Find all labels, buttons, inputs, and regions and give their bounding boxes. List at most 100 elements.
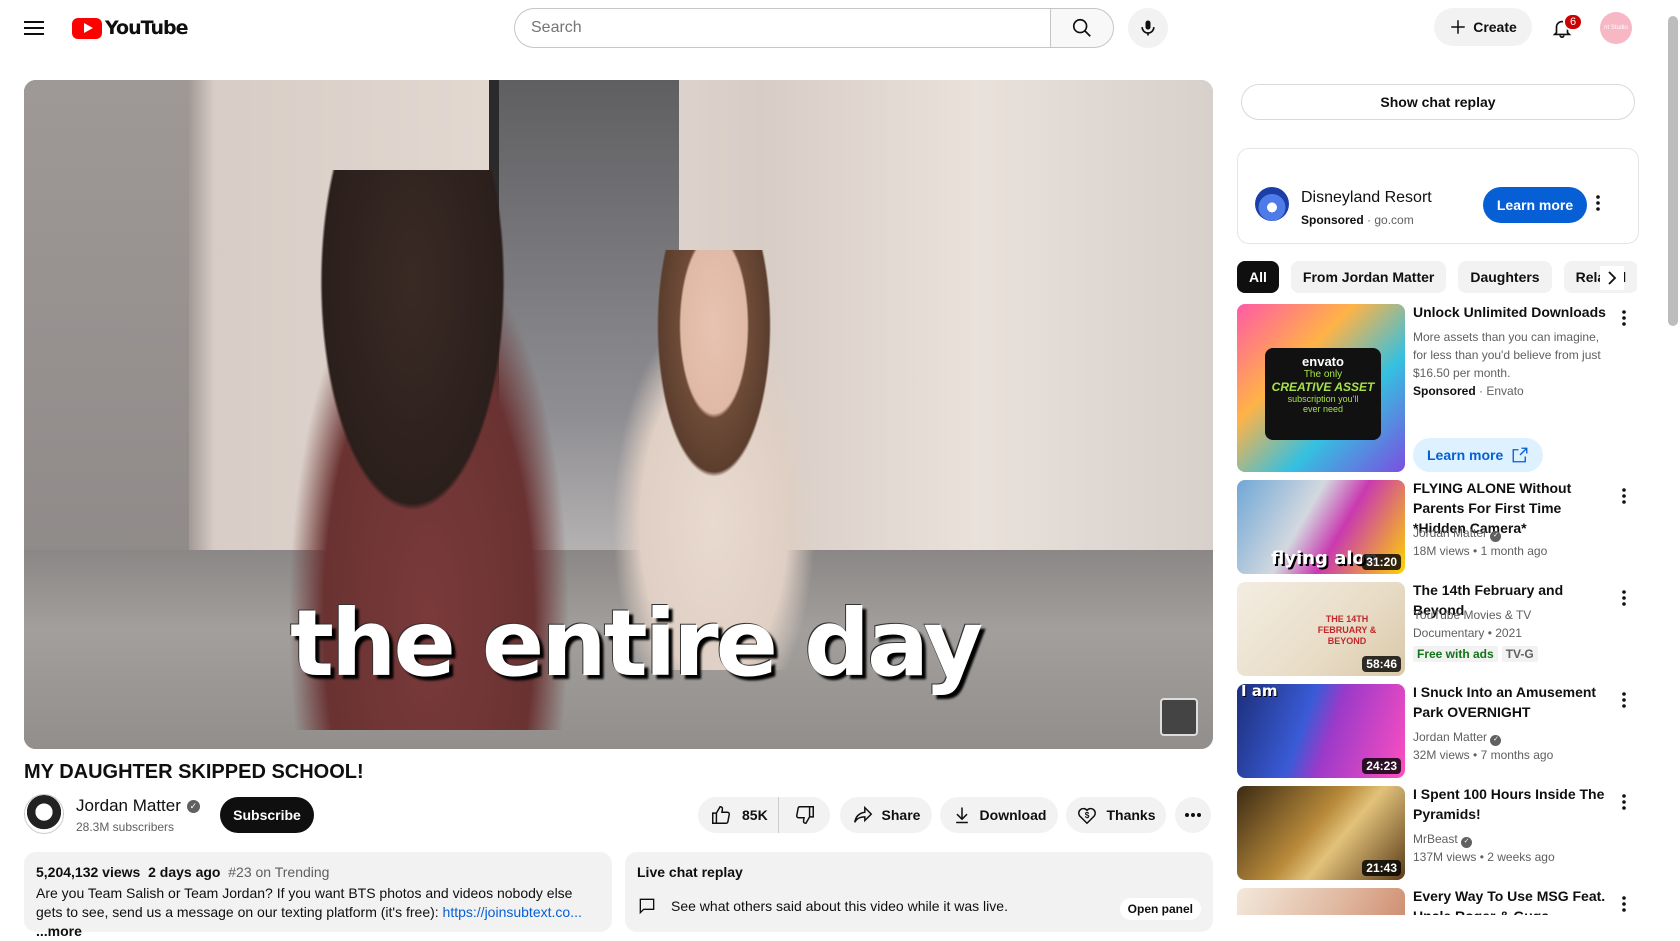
video-thumbnail[interactable]: I am 24:23 [1237,684,1405,778]
chips-next-button[interactable] [1600,266,1624,290]
video-stats: 137M views • 2 weeks ago [1413,850,1555,864]
thumbnail-text: THE 14TH FEBRUARY & BEYOND [1317,614,1377,646]
video-menu-button[interactable] [1612,688,1636,712]
subscribe-button[interactable]: Subscribe [220,797,314,833]
more-actions-button[interactable] [1175,797,1211,833]
microphone-icon [1141,20,1155,36]
thumbs-down-icon [795,806,814,824]
video-thumbnail[interactable]: flying alon 31:20 [1237,480,1405,574]
video-duration: 58:46 [1362,656,1401,672]
envato-line-2: CREATIVE ASSET [1271,380,1375,394]
live-chat-row: See what others said about this video wh… [637,896,1008,916]
channel-avatar[interactable] [24,794,64,834]
sponsored-ad-card[interactable]: Disneyland Resort Sponsored · go.com Lea… [1237,148,1639,244]
create-button[interactable]: Create [1434,8,1532,46]
account-avatar[interactable]: nt Studio [1600,12,1632,44]
disney-logo-icon [1255,187,1289,221]
description-link[interactable]: https://joinsubtext.co... [443,904,582,920]
download-icon [955,807,968,824]
description-more[interactable]: ...more [36,923,82,939]
heart-dollar-icon: $ [1078,807,1097,825]
video-title[interactable]: Every Way To Use MSG Feat. Uncle Roger &… [1413,888,1618,915]
more-horizontal-icon [1185,813,1201,817]
video-menu-button[interactable] [1612,484,1636,508]
more-vertical-icon [1622,310,1626,326]
filter-chips: All From Jordan Matter Daughters Related [1237,261,1637,293]
video-description[interactable]: 5,204,132 views 2 days ago #23 on Trendi… [24,852,612,939]
video-title[interactable]: I Spent 100 Hours Inside The Pyramids! [1413,784,1618,824]
channel-watermark[interactable] [1160,698,1198,736]
sponsored-video-meta: Sponsored · Envato [1413,384,1524,398]
dislike-button[interactable] [778,797,830,833]
download-button[interactable]: Download [940,797,1058,833]
guide-menu-button[interactable] [20,14,48,42]
ad-learn-more-button[interactable]: Learn more [1483,187,1587,223]
rating-badge: TV-G [1501,646,1538,662]
video-thumbnail[interactable]: THE 14TH FEBRUARY & BEYOND 58:46 [1237,582,1405,676]
video-stats: 18M views • 1 month ago [1413,544,1548,558]
share-icon [853,805,872,823]
video-channel[interactable]: YouTube Movies & TV [1413,606,1531,624]
channel-name: MrBeast [1413,832,1458,846]
voice-search-button[interactable] [1128,8,1168,48]
envato-logo-text: envato [1302,354,1344,369]
video-age: 2 weeks ago [1487,850,1555,864]
youtube-logo[interactable]: YouTube [72,16,188,40]
ad-advertiser-name: Disneyland Resort [1301,189,1432,206]
download-label: Download [979,807,1047,823]
video-duration: 31:20 [1362,554,1401,570]
video-title[interactable]: I Snuck Into an Amusement Park OVERNIGHT [1413,682,1618,722]
notifications-button[interactable]: 6 [1544,10,1584,46]
thanks-button[interactable]: $ Thanks [1066,797,1166,833]
sponsored-thumbnail[interactable]: envato The only CREATIVE ASSET subscript… [1237,304,1405,472]
search-input[interactable] [514,8,1050,48]
more-vertical-icon [1622,692,1626,708]
video-age: 7 months ago [1480,748,1554,762]
video-player[interactable]: the entire day [24,80,1213,749]
live-chat-replay-card: Live chat replay See what others said ab… [625,852,1213,932]
ad-sponsored-line: Sponsored · go.com [1301,213,1414,227]
video-thumbnail[interactable]: 21:43 [1237,786,1405,880]
hamburger-icon [24,21,44,35]
verified-check-icon: ✓ [1490,734,1502,746]
video-views: 32M views [1413,748,1470,762]
sponsored-video-item: envato The only CREATIVE ASSET subscript… [1237,304,1637,472]
video-menu-button[interactable] [1612,306,1636,330]
page-scrollbar[interactable] [1668,16,1678,326]
ad-menu-button[interactable] [1586,191,1610,215]
notification-count-badge: 6 [1563,13,1584,31]
chip-daughters[interactable]: Daughters [1458,261,1552,293]
video-duration: 21:43 [1362,860,1401,876]
sponsored-learn-more-button[interactable]: Learn more [1413,438,1544,472]
upload-age: 2 days ago [148,864,221,880]
share-button[interactable]: Share [840,797,932,833]
more-vertical-icon [1596,195,1600,211]
video-menu-button[interactable] [1612,586,1636,610]
video-channel[interactable]: Jordan Matter ✓ [1413,728,1502,746]
video-menu-button[interactable] [1612,790,1636,814]
video-menu-button[interactable] [1612,892,1636,915]
related-video-item: I am 24:23 I Snuck Into an Amusement Par… [1237,684,1637,778]
video-caption-text: the entire day [290,590,983,697]
video-badges: Free with ads TV-G [1413,646,1538,662]
verified-check-icon: ✓ [186,799,200,813]
search-icon [1072,18,1091,37]
channel-name-link[interactable]: Jordan Matter ✓ [76,796,200,816]
masthead: YouTube Create 6 nt Studio [0,0,1680,56]
chip-all[interactable]: All [1237,261,1279,293]
chip-from-jordan-matter[interactable]: From Jordan Matter [1290,261,1447,293]
svg-text:$: $ [1085,811,1090,820]
envato-line-1: The only [1303,369,1343,380]
video-thumbnail[interactable] [1237,888,1405,915]
video-channel[interactable]: Jordan Matter ✓ [1413,524,1502,542]
video-channel[interactable]: MrBeast ✓ [1413,830,1473,848]
sponsored-video-title[interactable]: Unlock Unlimited Downloads [1413,302,1613,322]
search-button[interactable] [1050,8,1114,48]
more-vertical-icon [1622,896,1626,912]
like-button[interactable]: 85K [698,797,778,833]
create-label: Create [1473,19,1517,35]
open-panel-button[interactable]: Open panel [1119,898,1201,920]
description-text: Are you Team Salish or Team Jordan? If y… [36,884,600,941]
show-chat-replay-button[interactable]: Show chat replay [1241,84,1635,120]
video-age: 1 month ago [1480,544,1548,558]
